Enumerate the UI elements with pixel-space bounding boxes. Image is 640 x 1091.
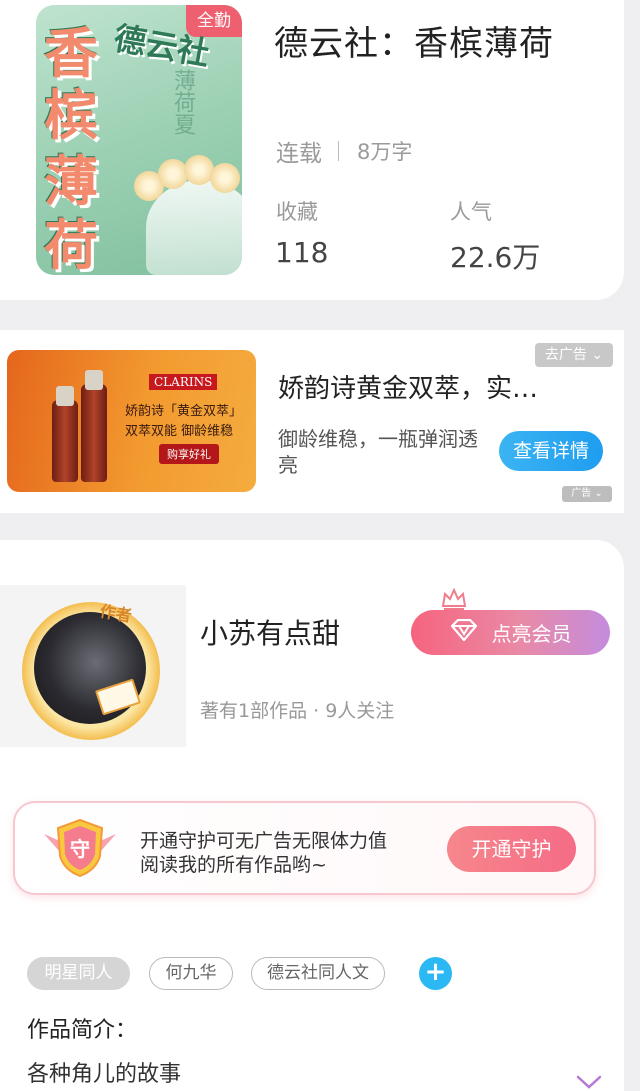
- meta-divider: [338, 141, 339, 161]
- ad-card[interactable]: CLARINS 娇韵诗「黄金双萃」 双萃双能 御龄维稳 购享好礼: [0, 330, 624, 513]
- book-title: 德云社：香槟薄荷: [274, 24, 554, 64]
- ad-detail-button[interactable]: 查看详情: [499, 431, 603, 471]
- popularity-value: 22.6万: [450, 241, 541, 274]
- ad-description: 御龄维稳，一瓶弹润透亮: [278, 427, 478, 477]
- tag-item[interactable]: 德云社同人文: [251, 957, 385, 990]
- shield-icon-char: 守: [70, 837, 90, 861]
- ad-bottle-right: [81, 384, 107, 482]
- ad-image-line-2: 双萃双能 御龄维稳: [125, 424, 234, 439]
- remove-ad-label: 去广告: [544, 347, 587, 363]
- diamond-icon: [450, 618, 478, 647]
- ad-bottle-cap-left: [56, 386, 74, 406]
- tag-item[interactable]: 何九华: [149, 957, 233, 990]
- cover-char-4: 荷: [44, 214, 98, 275]
- guard-text-line-1: 开通守护可无广告无限体力值: [140, 830, 388, 852]
- ad-image-buy-tag: 购享好礼: [159, 444, 219, 464]
- vip-button-label: 点亮会员: [491, 622, 572, 646]
- guard-text-line-2: 阅读我的所有作品哟~: [140, 854, 327, 876]
- ad-image[interactable]: CLARINS 娇韵诗「黄金双萃」 双萃双能 御龄维稳 购享好礼: [7, 350, 256, 492]
- author-name[interactable]: 小苏有点甜: [200, 612, 340, 652]
- plus-icon[interactable]: +: [419, 957, 452, 990]
- book-meta: 连载 8万字: [276, 134, 412, 168]
- intro-label: 作品简介：: [27, 1018, 138, 1043]
- cover-subtitle: 薄荷夏: [170, 69, 195, 135]
- ad-brand-logo: CLARINS: [149, 374, 218, 390]
- favorites-label: 收藏: [276, 200, 318, 224]
- ad-title[interactable]: 娇韵诗黄金双萃，实…: [278, 368, 538, 405]
- remove-ad-button[interactable]: 去广告 ⌄: [535, 343, 613, 367]
- open-guard-button[interactable]: 开通守护: [447, 826, 576, 872]
- intro-text: 各种角儿的故事: [27, 1062, 182, 1087]
- popularity-label: 人气: [450, 200, 492, 224]
- ad-mark-label: 广告: [571, 488, 592, 499]
- author-stats: 著有1部作品 · 9人关注: [200, 700, 395, 722]
- tag-item[interactable]: 明星同人: [27, 957, 130, 990]
- ad-mark-badge[interactable]: 广告 ⌄: [562, 486, 612, 502]
- ad-bottle-cap-right: [85, 370, 103, 390]
- ad-bottle-left: [52, 400, 78, 482]
- ad-image-line-1: 娇韵诗「黄金双萃」: [125, 404, 243, 419]
- book-cover[interactable]: 全勤 德云社 香 槟 薄 荷 薄荷夏: [36, 5, 242, 275]
- book-status: 连载: [276, 141, 322, 167]
- book-word-count: 8万字: [357, 140, 413, 164]
- cover-flowers-decoration: [134, 155, 242, 205]
- vip-button[interactable]: 点亮会员: [411, 610, 610, 655]
- favorites-value: 118: [275, 236, 329, 269]
- author-avatar[interactable]: [34, 612, 146, 724]
- chevron-down-icon[interactable]: [576, 1074, 602, 1091]
- chevron-down-small-icon: ⌄: [591, 347, 604, 363]
- shield-icon: 守: [40, 816, 120, 880]
